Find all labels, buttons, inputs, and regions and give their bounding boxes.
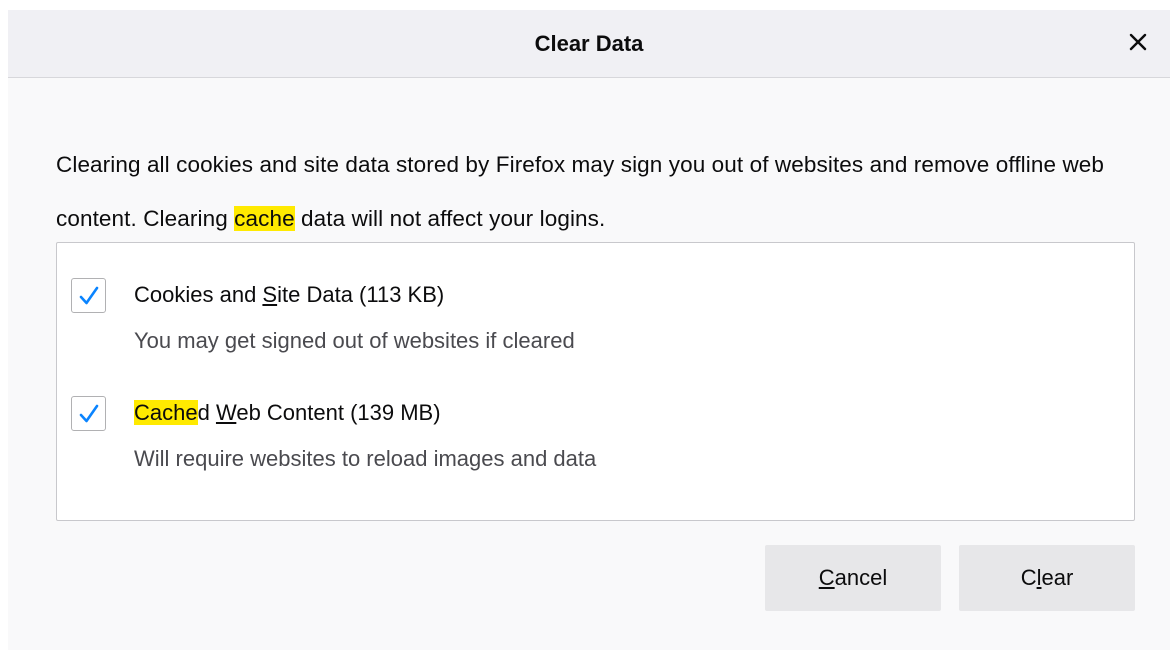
cookies-description: You may get signed out of websites if cl…: [134, 328, 575, 353]
clear-label-pre: C: [1020, 565, 1037, 590]
clear-button[interactable]: Cl ear: [959, 545, 1135, 611]
cache-label[interactable]: Cached Web Content (139 MB): [134, 400, 441, 426]
description-highlight: cache: [234, 206, 295, 231]
close-button[interactable]: [1120, 24, 1156, 60]
cancel-label-rest: ancel: [834, 565, 888, 590]
close-icon: [1129, 33, 1147, 51]
clear-options-list: Cookies and Site Data (113 KB) You may g…: [56, 242, 1135, 521]
cookies-label-accesskey: S: [262, 282, 278, 307]
cache-label-highlight: Cache: [134, 400, 198, 425]
cache-label-accesskey: W: [215, 400, 237, 425]
cookies-label-pre: Cookies and: [134, 282, 263, 307]
cancel-accesskey: C: [818, 565, 835, 590]
checkmark-icon: [79, 286, 99, 305]
cookies-label-post: ite Data (113 KB): [277, 282, 445, 307]
cache-checkbox[interactable]: [71, 396, 106, 431]
cookies-checkbox[interactable]: [71, 278, 106, 313]
cache-description: Will require websites to reload images a…: [134, 446, 597, 471]
dialog-titlebar: Clear Data: [8, 10, 1170, 78]
checkmark-icon: [79, 404, 99, 423]
cookies-label[interactable]: Cookies and Site Data (113 KB): [134, 282, 444, 308]
clear-label-rest: ear: [1041, 565, 1074, 590]
dialog-description: Clearing all cookies and site data store…: [56, 138, 1146, 246]
dialog-title: Clear Data: [534, 31, 644, 56]
cache-label-post: eb Content (139 MB): [236, 400, 441, 425]
description-text-2: data will not affect your logins.: [294, 206, 606, 231]
clear-data-dialog: Clear Data Clearing all cookies and site…: [8, 10, 1170, 650]
cache-label-pre: d: [197, 400, 216, 425]
cancel-button[interactable]: Cancel: [765, 545, 941, 611]
